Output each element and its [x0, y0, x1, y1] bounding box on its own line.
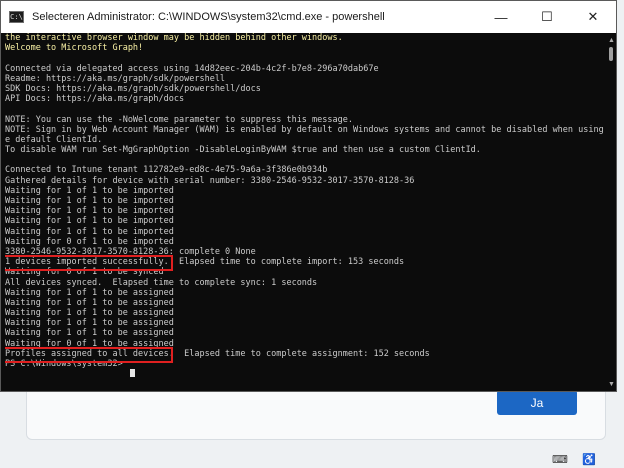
cmd-icon: C:\ — [9, 11, 24, 23]
accessibility-icon[interactable]: ♿ — [582, 452, 596, 466]
terminal-line: Waiting for 1 of 1 to be assigned — [5, 298, 605, 308]
window-title: Selecteren Administrator: C:\WINDOWS\sys… — [32, 11, 385, 23]
terminal-line-text: Waiting for 1 of 1 to be assigned — [5, 318, 174, 329]
scroll-down-icon[interactable]: ▼ — [608, 381, 615, 389]
terminal-line-text: Waiting for 1 of 1 to be assigned — [5, 328, 174, 339]
terminal-line-text: Welcome to Microsoft Graph! — [5, 43, 144, 54]
terminal-line: Waiting for 1 of 1 to be assigned — [5, 328, 605, 338]
terminal-line: Connected to Intune tenant 112782e9-ed8c… — [5, 165, 605, 175]
terminal-line: Waiting for 1 of 1 to be assigned — [5, 308, 605, 318]
terminal-line-text: SDK Docs: https://aka.ms/graph/sdk/power… — [5, 83, 261, 94]
terminal-line: Connected via delegated access using 14d… — [5, 64, 605, 74]
close-button[interactable]: ✕ — [570, 1, 616, 33]
terminal-line-text: the interactive browser window may be hi… — [5, 33, 343, 43]
terminal-line-text: Waiting for 1 of 1 to be assigned — [5, 287, 174, 298]
highlight-box — [5, 346, 173, 363]
terminal-line-text: NOTE: You can use the -NoWelcome paramet… — [5, 114, 353, 125]
terminal-line-text: Waiting for 1 of 1 to be imported — [5, 185, 174, 196]
terminal-line-text: Waiting for 0 of 1 to be imported — [5, 236, 174, 247]
vertical-scrollbar[interactable]: ▲ ▼ — [608, 37, 615, 389]
terminal-line-text: Connected to Intune tenant 112782e9-ed8c… — [5, 165, 328, 176]
terminal-output[interactable]: the interactive browser window may be hi… — [5, 33, 605, 389]
terminal-line-text: API Docs: https://aka.ms/graph/docs — [5, 94, 185, 105]
terminal-line-text: Waiting for 1 of 1 to be assigned — [5, 297, 174, 308]
terminal-line: e default ClientId. — [5, 135, 605, 145]
scroll-thumb[interactable] — [609, 47, 613, 61]
text-cursor — [130, 369, 135, 378]
terminal-line: NOTE: Sign in by Web Account Manager (WA… — [5, 125, 605, 135]
terminal-line: Waiting for 1 of 1 to be imported — [5, 186, 605, 196]
terminal-line-text: Connected via delegated access using 14d… — [5, 63, 379, 74]
terminal-line-text: Waiting for 1 of 1 to be imported — [5, 206, 174, 217]
title-bar[interactable]: C:\ Selecteren Administrator: C:\WINDOWS… — [1, 1, 616, 33]
terminal-line: Waiting for 1 of 1 to be imported — [5, 206, 605, 216]
terminal-line-text: To disable WAM run Set-MgGraphOption -Di… — [5, 145, 481, 156]
terminal-line: Waiting for 1 of 1 to be imported — [5, 227, 605, 237]
terminal-line — [5, 369, 605, 379]
terminal-line-text: Waiting for 1 of 1 to be imported — [5, 196, 174, 206]
minimize-button[interactable]: — — [478, 1, 524, 33]
highlight-box — [5, 255, 173, 272]
keyboard-icon[interactable]: ⌨ — [552, 452, 568, 466]
terminal-line: NOTE: You can use the -NoWelcome paramet… — [5, 115, 605, 125]
terminal-line-text: Waiting for 1 of 1 to be imported — [5, 216, 174, 227]
terminal-line: All devices synced. Elapsed time to comp… — [5, 278, 605, 288]
window-controls: — ☐ ✕ — [478, 1, 616, 33]
terminal-line: Waiting for 1 of 1 to be assigned — [5, 288, 605, 298]
terminal-line: the interactive browser window may be hi… — [5, 33, 605, 43]
terminal-line-text: Gathered details for device with serial … — [5, 175, 415, 186]
terminal-line: Waiting for 1 of 1 to be assigned — [5, 318, 605, 328]
console-window[interactable]: C:\ Selecteren Administrator: C:\WINDOWS… — [0, 0, 617, 392]
terminal-line-highlighted: Profiles assigned to all devices. Elapse… — [5, 346, 605, 363]
terminal-line: Waiting for 1 of 1 to be imported — [5, 216, 605, 226]
terminal-line: SDK Docs: https://aka.ms/graph/sdk/power… — [5, 84, 605, 94]
terminal-line: Waiting for 1 of 1 to be imported — [5, 196, 605, 206]
terminal-line: Welcome to Microsoft Graph! — [5, 43, 605, 53]
terminal-line-text: e default ClientId. — [5, 134, 103, 145]
terminal-line-text: Waiting for 1 of 1 to be imported — [5, 226, 174, 237]
terminal-line: API Docs: https://aka.ms/graph/docs — [5, 94, 605, 104]
maximize-button[interactable]: ☐ — [524, 1, 570, 33]
ja-button[interactable]: Ja — [497, 390, 577, 415]
terminal-line: To disable WAM run Set-MgGraphOption -Di… — [5, 145, 605, 155]
terminal-line-text: All devices synced. Elapsed time to comp… — [5, 277, 318, 288]
terminal-line-text: NOTE: Sign in by Web Account Manager (WA… — [5, 124, 605, 135]
terminal-line-text: Waiting for 1 of 1 to be assigned — [5, 308, 174, 319]
terminal-line-highlighted: 1 devices imported successfully. Elapsed… — [5, 255, 605, 272]
terminal-line: Readme: https://aka.ms/graph/sdk/powersh… — [5, 74, 605, 84]
terminal-line-text: Readme: https://aka.ms/graph/sdk/powersh… — [5, 73, 226, 84]
terminal-line: Gathered details for device with serial … — [5, 176, 605, 186]
scroll-up-icon[interactable]: ▲ — [608, 37, 615, 45]
terminal-line: Waiting for 0 of 1 to be imported — [5, 237, 605, 247]
